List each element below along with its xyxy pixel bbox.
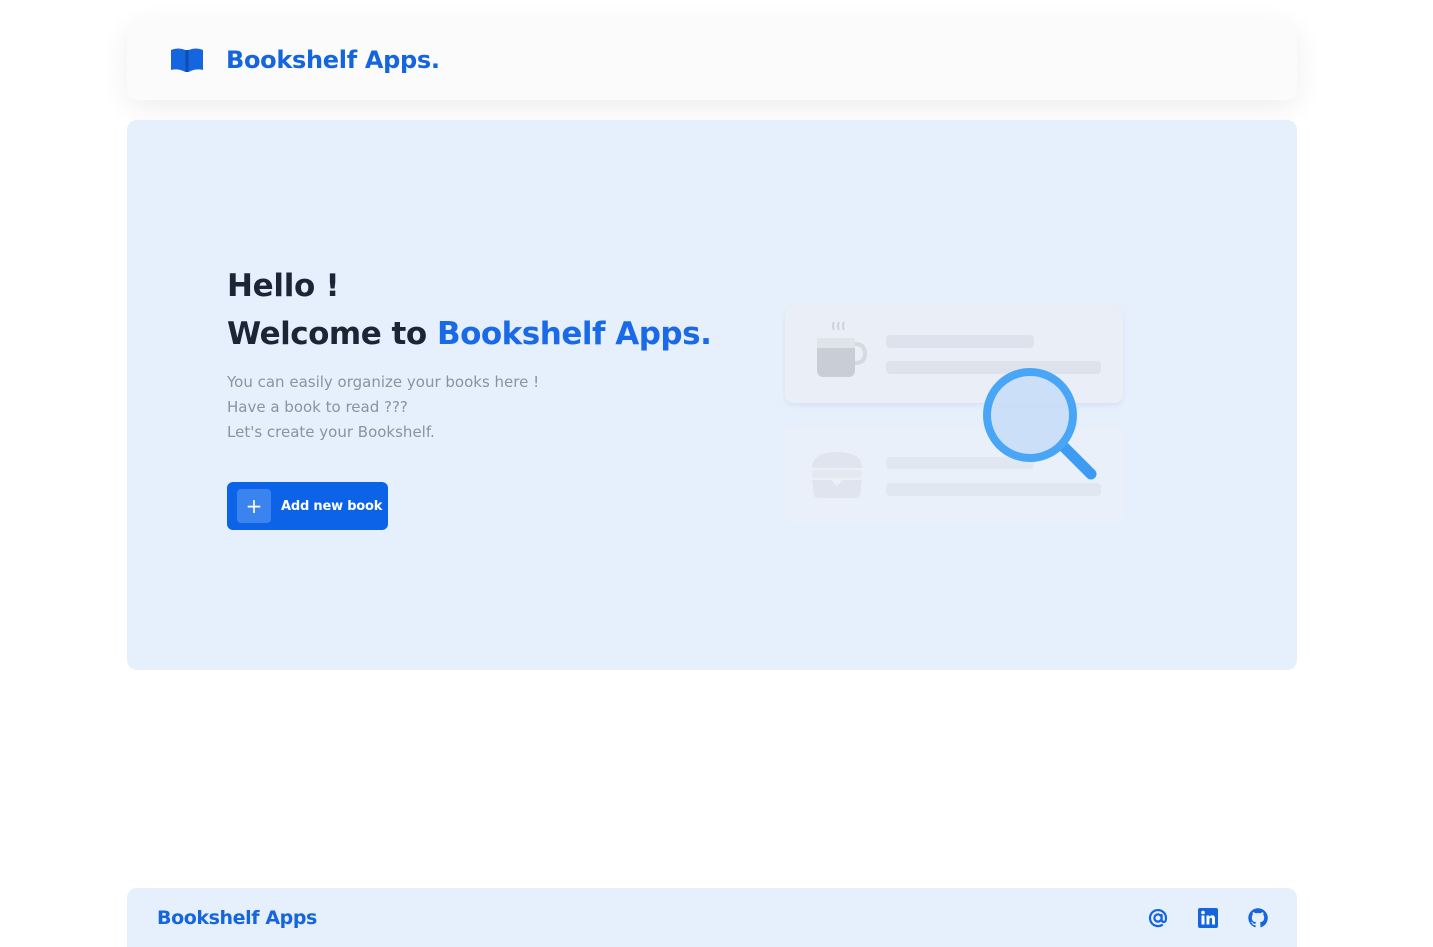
hero-description-line: Have a book to read ??? (227, 398, 408, 416)
plus-icon: + (237, 489, 271, 523)
hero-text: Hello ! Welcome to Bookshelf Apps. You c… (227, 262, 712, 445)
illustration-line (886, 335, 1034, 348)
navbar: Bookshelf Apps. (127, 20, 1297, 100)
burger-icon (812, 452, 862, 498)
footer-social-links (1147, 907, 1269, 929)
linkedin-icon[interactable] (1197, 907, 1219, 929)
search-list-illustration (782, 300, 1142, 540)
at-sign-icon[interactable] (1147, 907, 1169, 929)
github-icon[interactable] (1247, 907, 1269, 929)
add-new-book-label: Add new book (281, 498, 383, 514)
illustration-line (886, 483, 1101, 496)
welcome-prefix: Welcome to (227, 316, 427, 352)
illustration-line (886, 361, 1101, 374)
open-book-icon (170, 47, 204, 73)
hero-greeting: Hello ! (227, 268, 340, 304)
hero-welcome-heading: Welcome to Bookshelf Apps. (227, 310, 712, 358)
hero-section: Hello ! Welcome to Bookshelf Apps. You c… (127, 120, 1297, 670)
hero-description: You can easily organize your books here … (227, 370, 711, 445)
illustration-line (886, 457, 1034, 469)
footer: Bookshelf Apps (127, 888, 1297, 947)
hero-description-line: Let's create your Bookshelf. (227, 423, 435, 441)
navbar-brand[interactable]: Bookshelf Apps. (226, 46, 440, 74)
hero-description-line: You can easily organize your books here … (227, 373, 540, 391)
add-new-book-button[interactable]: + Add new book (227, 482, 388, 530)
welcome-brand: Bookshelf Apps. (436, 316, 712, 352)
footer-brand[interactable]: Bookshelf Apps (157, 907, 317, 929)
